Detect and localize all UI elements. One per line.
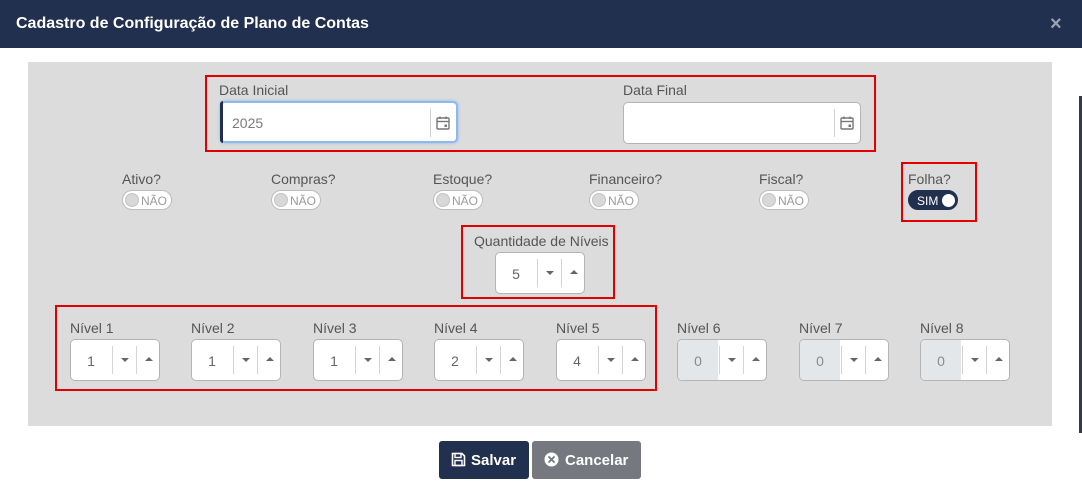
save-label: Salvar xyxy=(471,452,517,469)
toggle-knob xyxy=(274,193,288,207)
level-3-label: Nível 3 xyxy=(313,320,357,336)
decrement-icon[interactable] xyxy=(355,346,379,374)
decrement-icon[interactable] xyxy=(233,346,257,374)
start-date-field[interactable]: 2025 xyxy=(220,101,458,143)
calendar-icon[interactable] xyxy=(430,109,456,137)
decrement-icon xyxy=(962,346,986,374)
increment-icon[interactable] xyxy=(379,346,403,374)
increment-icon[interactable] xyxy=(136,346,160,374)
level-5-label: Nível 5 xyxy=(556,320,600,336)
increment-icon xyxy=(986,346,1010,374)
toggle-ativo[interactable]: NÃO xyxy=(122,190,172,210)
floppy-disk-icon xyxy=(451,452,466,471)
toggle-label-fiscal: Fiscal? xyxy=(759,171,804,187)
level-4-stepper[interactable]: 2 xyxy=(434,339,524,381)
toggle-state: NÃO xyxy=(452,194,479,208)
increment-icon[interactable] xyxy=(500,346,524,374)
toggle-knob xyxy=(125,193,139,207)
toggle-label-folha: Folha? xyxy=(908,171,951,187)
level-6-label: Nível 6 xyxy=(677,320,721,336)
level-2-label: Nível 2 xyxy=(191,320,235,336)
level-6-stepper: 0 xyxy=(677,339,767,381)
toggle-estoque[interactable]: NÃO xyxy=(433,190,483,210)
end-date-field[interactable] xyxy=(623,102,861,144)
levels-count-stepper[interactable]: 5 xyxy=(495,252,585,294)
dialog-header: Cadastro de Configuração de Plano de Con… xyxy=(0,0,1082,48)
toggle-compras[interactable]: NÃO xyxy=(271,190,321,210)
level-4-value: 2 xyxy=(451,353,459,369)
level-1-stepper[interactable]: 1 xyxy=(70,339,160,381)
toggle-label-ativo: Ativo? xyxy=(122,171,161,187)
toggle-state: SIM xyxy=(917,194,939,208)
level-8-value: 0 xyxy=(937,353,945,369)
calendar-icon[interactable] xyxy=(834,109,860,137)
end-date-label: Data Final xyxy=(623,82,687,98)
save-button[interactable]: Salvar xyxy=(439,441,529,479)
level-8-stepper: 0 xyxy=(920,339,1010,381)
levels-count-label: Quantidade de Níveis xyxy=(474,233,609,249)
decrement-icon[interactable] xyxy=(112,346,136,374)
level-3-value: 1 xyxy=(330,353,338,369)
decrement-icon[interactable] xyxy=(598,346,622,374)
toggle-label-financeiro: Financeiro? xyxy=(589,171,663,187)
cancel-label: Cancelar xyxy=(565,452,629,469)
level-7-stepper: 0 xyxy=(799,339,889,381)
level-5-value: 4 xyxy=(573,353,581,369)
toggle-knob xyxy=(436,193,450,207)
toggle-state: NÃO xyxy=(778,194,805,208)
level-7-value: 0 xyxy=(816,353,824,369)
config-dialog: Cadastro de Configuração de Plano de Con… xyxy=(0,0,1082,493)
level-7-label: Nível 7 xyxy=(799,320,843,336)
toggle-state: NÃO xyxy=(608,194,635,208)
toggle-state: NÃO xyxy=(290,194,317,208)
increment-icon xyxy=(743,346,767,374)
toggle-state: NÃO xyxy=(141,194,168,208)
toggle-knob xyxy=(942,193,955,207)
toggle-label-compras: Compras? xyxy=(271,171,336,187)
cancel-button[interactable]: Cancelar xyxy=(532,441,641,479)
toggle-fiscal[interactable]: NÃO xyxy=(759,190,809,210)
level-3-stepper[interactable]: 1 xyxy=(313,339,403,381)
increment-icon[interactable] xyxy=(622,346,646,374)
level-6-value: 0 xyxy=(694,353,702,369)
decrement-icon xyxy=(719,346,743,374)
level-5-stepper[interactable]: 4 xyxy=(556,339,646,381)
decrement-icon[interactable] xyxy=(537,259,561,287)
toggle-label-estoque: Estoque? xyxy=(433,171,493,187)
increment-icon[interactable] xyxy=(257,346,281,374)
toggle-financeiro[interactable]: NÃO xyxy=(589,190,639,210)
toggle-knob xyxy=(592,193,606,207)
levels-count-value: 5 xyxy=(512,266,520,282)
decrement-icon[interactable] xyxy=(476,346,500,374)
level-1-label: Nível 1 xyxy=(70,320,114,336)
level-1-value: 1 xyxy=(87,353,95,369)
times-circle-icon xyxy=(544,452,559,471)
dialog-title: Cadastro de Configuração de Plano de Con… xyxy=(16,15,369,32)
level-4-label: Nível 4 xyxy=(434,320,478,336)
increment-icon xyxy=(865,346,889,374)
level-8-label: Nível 8 xyxy=(920,320,964,336)
toggle-folha[interactable]: SIM xyxy=(908,190,958,210)
level-2-stepper[interactable]: 1 xyxy=(191,339,281,381)
close-icon[interactable]: × xyxy=(1050,14,1062,34)
start-date-label: Data Inicial xyxy=(219,82,289,98)
level-2-value: 1 xyxy=(208,353,216,369)
start-date-value: 2025 xyxy=(232,115,264,131)
toggle-knob xyxy=(762,193,776,207)
increment-icon[interactable] xyxy=(561,259,585,287)
decrement-icon xyxy=(841,346,865,374)
